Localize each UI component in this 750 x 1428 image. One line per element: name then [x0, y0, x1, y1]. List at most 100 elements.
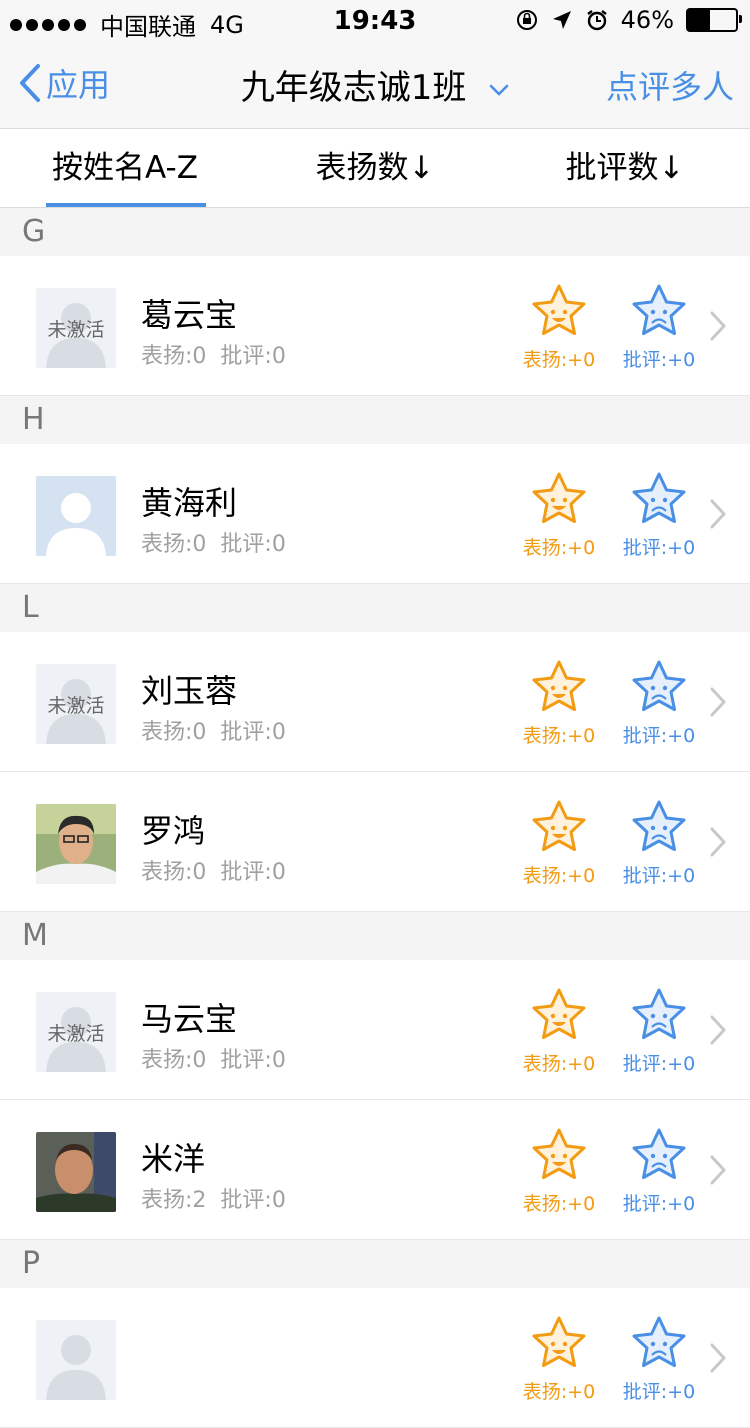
avatar [36, 1132, 116, 1212]
rotation-lock-icon [516, 10, 537, 30]
critic-label: 批评:+0 [622, 1053, 696, 1075]
avatar [36, 804, 116, 884]
student-name: 马云宝 [141, 1000, 238, 1038]
critic-label: 批评:+0 [622, 349, 696, 371]
praise-button[interactable]: 表扬:+0 [514, 1314, 604, 1404]
review-multiple-button[interactable]: 点评多人 [606, 62, 734, 108]
praise-button[interactable]: 表扬:+0 [514, 798, 604, 888]
navigation-bar: 应用 九年级志诚1班 点评多人 [0, 40, 750, 129]
happy-star-icon [532, 1316, 586, 1367]
critic-count: 批评:0 [220, 344, 286, 369]
criticize-button[interactable]: 批评:+0 [614, 282, 704, 372]
happy-star-icon [532, 472, 586, 523]
praise-label: 表扬:+0 [522, 349, 596, 371]
tab-sort-by-praise[interactable]: 表扬数↓ [250, 129, 500, 207]
chevron-down-icon [489, 84, 509, 96]
praise-count: 表扬:0 [141, 1048, 207, 1073]
praise-count: 表扬:0 [141, 532, 207, 557]
avatar [36, 476, 116, 556]
critic-count: 批评:0 [220, 1188, 286, 1213]
student-name: 葛云宝 [141, 296, 238, 334]
student-name: 刘玉蓉 [141, 672, 238, 710]
inactive-label: 未激活 [47, 319, 105, 341]
chevron-right-icon [710, 1343, 726, 1373]
praise-label: 表扬:+0 [522, 1381, 596, 1403]
sad-star-icon [632, 988, 686, 1039]
student-row[interactable]: 未激活 刘玉蓉 表扬:0 批评:0 表扬:+0 批评:+0 [0, 632, 750, 772]
criticize-button[interactable]: 批评:+0 [614, 986, 704, 1076]
avatar: 未激活 [36, 288, 116, 368]
sort-tabs: 按姓名A-Z 表扬数↓ 批评数↓ [0, 129, 750, 208]
inactive-label: 未激活 [47, 695, 105, 717]
criticize-button[interactable]: 批评:+0 [614, 470, 704, 560]
praise-button[interactable]: 表扬:+0 [514, 986, 604, 1076]
student-row[interactable]: 米洋 表扬:2 批评:0 表扬:+0 批评:+0 [0, 1100, 750, 1240]
student-row[interactable]: 黄海利表扬:0 批评:0 表扬:+0 批评:+0 [0, 444, 750, 584]
student-stats: 表扬:0 批评:0 [141, 526, 300, 558]
status-icons: 46% [515, 6, 742, 34]
student-row[interactable]: 未激活 马云宝表扬:0 批评:0 表扬:+0 批评:+0 [0, 960, 750, 1100]
battery-icon [686, 8, 742, 32]
student-photo [36, 804, 116, 884]
praise-button[interactable]: 表扬:+0 [514, 282, 604, 372]
student-name: 罗鸿 [141, 812, 206, 850]
critic-label: 批评:+0 [622, 1381, 696, 1403]
section-header: P [0, 1240, 750, 1288]
praise-label: 表扬:+0 [522, 725, 596, 747]
inactive-label: 未激活 [47, 1023, 105, 1045]
student-stats: 表扬:0 批评:0 [141, 854, 300, 886]
tab-sort-by-criticism[interactable]: 批评数↓ [500, 129, 750, 207]
location-icon [552, 11, 571, 29]
student-stats: 表扬:0 批评:0 [141, 338, 300, 370]
sad-star-icon [632, 1128, 686, 1179]
status-bar: 中国联通 4G 19:43 46% [0, 0, 750, 41]
happy-star-icon [532, 1128, 586, 1179]
praise-button[interactable]: 表扬:+0 [514, 1126, 604, 1216]
student-photo [36, 1132, 116, 1212]
praise-count: 表扬:0 [141, 860, 207, 885]
avatar: 未激活 [36, 992, 116, 1072]
happy-star-icon [532, 284, 586, 335]
praise-button[interactable]: 表扬:+0 [514, 470, 604, 560]
praise-count: 表扬:2 [141, 1188, 207, 1213]
chevron-right-icon [710, 1015, 726, 1045]
alarm-icon [586, 10, 607, 31]
chevron-right-icon [710, 311, 726, 341]
happy-star-icon [532, 988, 586, 1039]
criticize-button[interactable]: 批评:+0 [614, 658, 704, 748]
critic-label: 批评:+0 [622, 725, 696, 747]
criticize-button[interactable]: 批评:+0 [614, 1314, 704, 1404]
student-row[interactable]: 罗鸿表扬:0 批评:0 表扬:+0 批评:+0 [0, 772, 750, 912]
page-title: 九年级志诚1班 [240, 68, 467, 108]
praise-label: 表扬:+0 [522, 865, 596, 887]
student-stats: 表扬:2 批评:0 [141, 1182, 300, 1214]
sad-star-icon [632, 800, 686, 851]
happy-star-icon [532, 800, 586, 851]
tab-sort-by-name[interactable]: 按姓名A-Z [0, 129, 250, 207]
sad-star-icon [632, 284, 686, 335]
chevron-right-icon [710, 687, 726, 717]
section-header: G [0, 208, 750, 256]
critic-label: 批评:+0 [622, 865, 696, 887]
criticize-button[interactable]: 批评:+0 [614, 798, 704, 888]
criticize-button[interactable]: 批评:+0 [614, 1126, 704, 1216]
section-header: M [0, 912, 750, 960]
section-header: L [0, 584, 750, 632]
praise-button[interactable]: 表扬:+0 [514, 658, 604, 748]
student-stats: 表扬:0 批评:0 [141, 1042, 300, 1074]
inactive-avatar-image [36, 1320, 116, 1400]
battery-percent: 46% [620, 6, 674, 34]
sad-star-icon [632, 1316, 686, 1367]
praise-count: 表扬:0 [141, 344, 207, 369]
praise-label: 表扬:+0 [522, 1053, 596, 1075]
default-avatar-image [36, 476, 116, 556]
student-row[interactable]: 表扬:+0 批评:+0 [0, 1288, 750, 1428]
student-row[interactable]: 未激活 葛云宝表扬:0 批评:0 表扬:+0 批评:+0 [0, 256, 750, 396]
praise-label: 表扬:+0 [522, 1193, 596, 1215]
critic-count: 批评:0 [220, 860, 286, 885]
critic-label: 批评:+0 [622, 537, 696, 559]
sad-star-icon [632, 660, 686, 711]
student-name: 黄海利 [141, 484, 238, 522]
praise-count: 表扬:0 [141, 720, 207, 745]
section-header: H [0, 396, 750, 444]
